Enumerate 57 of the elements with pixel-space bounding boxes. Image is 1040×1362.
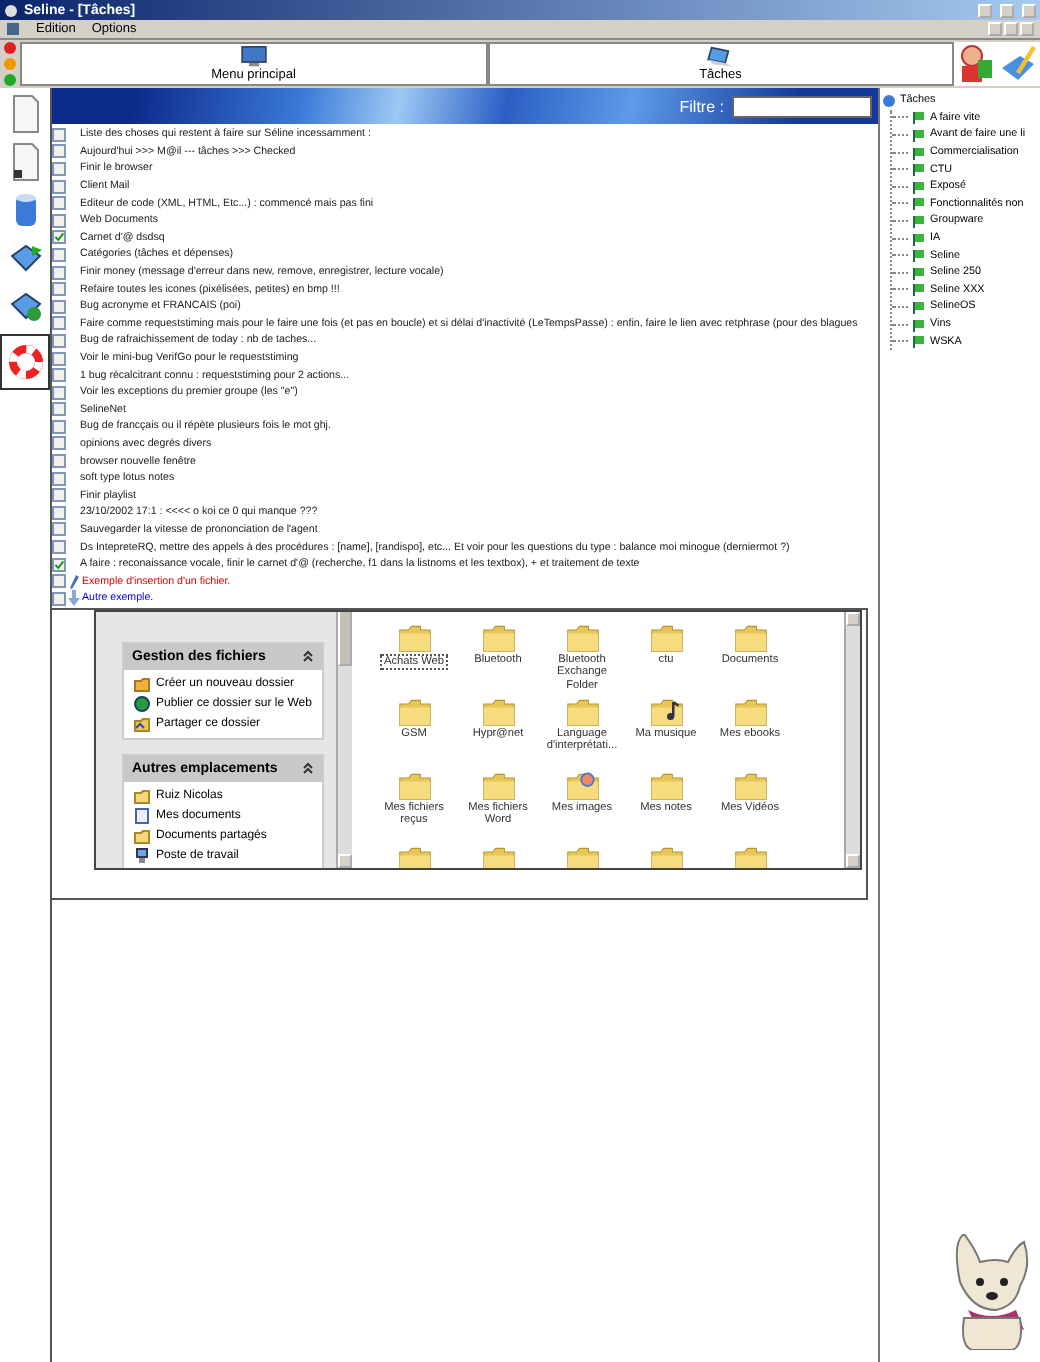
traffic-light-icon (4, 58, 16, 70)
checkbox[interactable] (52, 471, 66, 486)
checkbox[interactable] (52, 591, 66, 606)
folder-icon (134, 675, 150, 692)
checkbox[interactable] (52, 144, 66, 159)
monitor-icon (235, 46, 272, 68)
dog-drawing (952, 1234, 1032, 1350)
checkbox[interactable] (52, 385, 66, 400)
restore-button[interactable] (1004, 22, 1018, 36)
checkbox[interactable] (52, 179, 66, 194)
checkbox[interactable] (52, 522, 66, 537)
checkbox[interactable] (52, 333, 66, 348)
checkbox[interactable] (52, 316, 66, 331)
computer-icon (134, 847, 150, 864)
checkbox[interactable] (52, 230, 66, 245)
checkbox[interactable] (52, 488, 66, 503)
arrow-icon (66, 590, 82, 607)
globe-icon (882, 93, 896, 108)
collapse-icon[interactable] (302, 649, 314, 662)
checkbox[interactable] (52, 540, 66, 555)
checkbox[interactable] (52, 351, 66, 366)
filter-label: Filtre : (679, 97, 724, 115)
scrollbar[interactable] (844, 611, 860, 868)
collapse-icon[interactable] (302, 761, 314, 774)
pencil-icon (66, 573, 82, 590)
folder-icon (134, 715, 150, 732)
pencil-icon[interactable] (1000, 44, 1037, 84)
checkbox[interactable] (52, 127, 66, 142)
checkbox[interactable] (52, 402, 66, 417)
checkbox[interactable] (52, 436, 66, 451)
checkbox[interactable] (52, 505, 66, 520)
document-icon (134, 807, 150, 824)
folder-icon[interactable] (649, 695, 683, 728)
maximize-button[interactable] (1000, 3, 1014, 17)
checkbox[interactable] (52, 213, 66, 228)
lifebuoy-button[interactable] (0, 334, 50, 390)
checkbox[interactable] (52, 196, 66, 211)
checkbox[interactable] (52, 282, 66, 297)
checkbox[interactable] (52, 265, 66, 280)
checkbox[interactable] (52, 574, 66, 589)
traffic-light-icon (4, 74, 16, 86)
scrollbar[interactable] (336, 611, 352, 868)
folder-icon (134, 827, 150, 844)
checkbox[interactable] (52, 299, 66, 314)
checkbox[interactable] (52, 247, 66, 262)
document-icon[interactable] (7, 142, 43, 182)
checkbox[interactable] (52, 454, 66, 469)
person-icon[interactable] (957, 44, 994, 84)
filter-field[interactable] (732, 95, 872, 117)
checkbox[interactable] (52, 161, 66, 176)
globe-icon (134, 695, 150, 712)
traffic-light-icon (4, 42, 16, 54)
folder-icon (134, 787, 150, 804)
checkbox[interactable] (52, 557, 66, 572)
checkbox[interactable] (52, 368, 66, 383)
checkbox[interactable] (52, 419, 66, 434)
lifebuoy-icon (7, 342, 43, 382)
